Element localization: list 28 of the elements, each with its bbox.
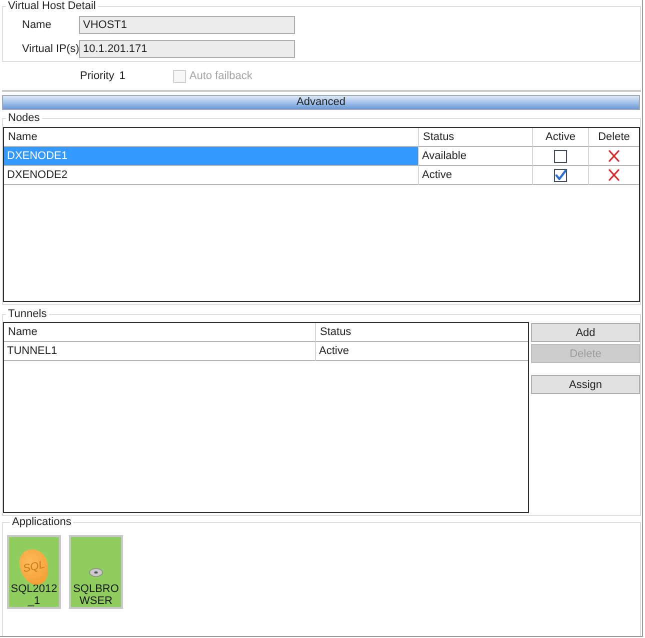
add-button[interactable]: Add xyxy=(531,323,640,342)
table-cell: Active xyxy=(419,166,533,185)
table-cell[interactable]: TUNNEL1 xyxy=(4,342,316,361)
priority-value: 1 xyxy=(119,70,126,82)
table-cell[interactable]: DXENODE2 xyxy=(4,166,419,185)
priority-label: Priority xyxy=(80,70,114,82)
group-title: Applications xyxy=(11,516,72,529)
app-label: SQLBROWSER xyxy=(72,583,120,607)
group-title: Tunnels xyxy=(7,308,48,321)
active-checkbox[interactable] xyxy=(554,150,567,162)
column-header: Active xyxy=(533,128,589,147)
field-label: Name xyxy=(21,19,52,31)
auto-failback-label: Auto failback xyxy=(189,70,252,82)
column-header: Delete xyxy=(589,128,639,147)
advanced-button[interactable]: Advanced xyxy=(2,95,640,110)
app-tile[interactable]: SQL SQL2012_1 xyxy=(7,535,61,609)
disc-icon xyxy=(89,568,103,577)
assign-button[interactable]: Assign xyxy=(531,375,640,394)
delete-icon[interactable] xyxy=(608,169,620,181)
delete-icon[interactable] xyxy=(608,150,620,162)
input-field[interactable]: 10.1.201.171 xyxy=(79,40,295,58)
table-cell: Available xyxy=(419,147,533,166)
group-title: Virtual Host Detail xyxy=(7,0,97,13)
group-title: Nodes xyxy=(7,112,41,125)
app-tile[interactable]: SQLBROWSER xyxy=(69,535,123,609)
input-field[interactable]: VHOST1 xyxy=(79,16,295,34)
active-checkbox[interactable] xyxy=(554,168,567,182)
field-label: Virtual IP(s) xyxy=(21,43,80,55)
